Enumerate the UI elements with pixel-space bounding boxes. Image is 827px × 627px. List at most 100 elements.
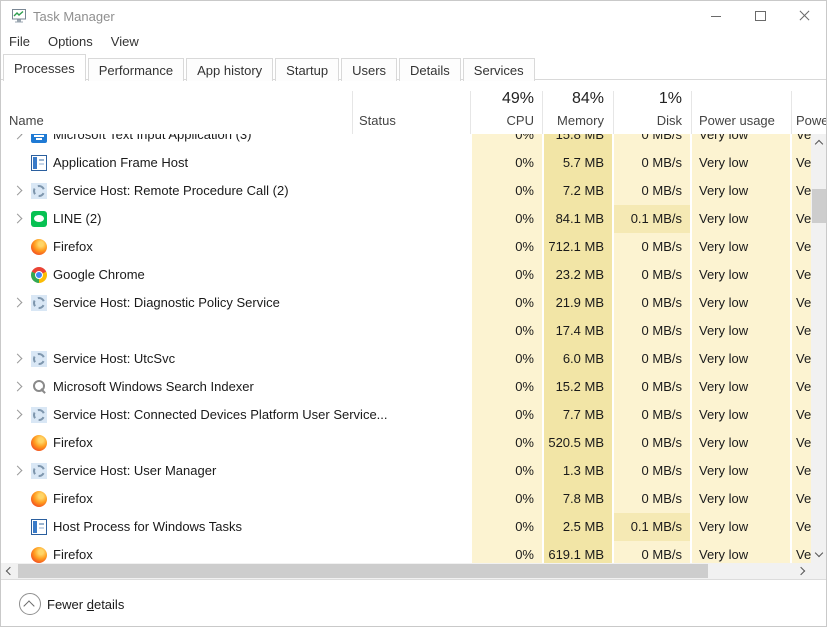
expand-chevron-icon[interactable] [13, 466, 23, 476]
disk-cell: 0 MB/s [614, 429, 690, 457]
memory-cell: 2.5 MB [544, 513, 612, 541]
cpu-cell: 0% [472, 289, 542, 317]
menu-item-options[interactable]: Options [39, 31, 102, 52]
column-status[interactable]: Status [359, 113, 396, 128]
disk-cell: 0 MB/s [614, 233, 690, 261]
chevron-up-circle-icon [19, 593, 41, 615]
process-row[interactable]: 0% 17.4 MB 0 MB/s Very low Ve [1, 317, 812, 345]
process-name: Firefox [53, 233, 93, 261]
tab-users[interactable]: Users [341, 58, 397, 81]
disk-cell: 0 MB/s [614, 317, 690, 345]
process-row[interactable]: Service Host: Diagnostic Policy Service … [1, 289, 812, 317]
process-row[interactable]: Service Host: Remote Procedure Call (2) … [1, 177, 812, 205]
process-row[interactable]: Firefox 0% 619.1 MB 0 MB/s Very low Ve [1, 541, 812, 563]
power-usage-cell: Very low [692, 261, 790, 289]
line-icon [31, 211, 47, 227]
firefox-icon [31, 491, 47, 507]
cpu-cell: 0% [472, 261, 542, 289]
expand-chevron-icon[interactable] [13, 410, 23, 420]
memory-cell: 712.1 MB [544, 233, 612, 261]
expand-chevron-icon[interactable] [13, 134, 23, 139]
horizontal-scrollbar[interactable] [1, 563, 811, 579]
memory-cell: 15.8 MB [544, 134, 612, 149]
cpu-cell: 0% [472, 401, 542, 429]
close-button[interactable] [786, 1, 822, 31]
process-row[interactable]: Service Host: UtcSvc 0% 6.0 MB 0 MB/s Ve… [1, 345, 812, 373]
vertical-scrollbar[interactable] [811, 134, 827, 563]
power-usage-cell: Very low [692, 317, 790, 345]
process-row[interactable]: Application Frame Host 0% 5.7 MB 0 MB/s … [1, 149, 812, 177]
horizontal-scrollbar-thumb[interactable] [18, 564, 708, 578]
vertical-scrollbar-thumb[interactable] [812, 189, 826, 223]
scroll-right-icon[interactable] [794, 563, 811, 579]
scroll-up-icon[interactable] [811, 134, 827, 151]
tab-app-history[interactable]: App history [186, 58, 273, 81]
process-row[interactable]: Firefox 0% 712.1 MB 0 MB/s Very low Ve [1, 233, 812, 261]
column-disk[interactable]: Disk [614, 113, 690, 128]
column-power-usage[interactable]: Power usage [699, 113, 775, 128]
tab-processes[interactable]: Processes [3, 54, 86, 81]
process-row[interactable]: LINE (2) 0% 84.1 MB 0.1 MB/s Very low Ve [1, 205, 812, 233]
expand-chevron-icon[interactable] [13, 382, 23, 392]
power-usage-cell: Very low [692, 289, 790, 317]
footer-bar: Fewer details End task [1, 579, 826, 627]
column-power-usage-trend[interactable]: Powe [796, 113, 827, 128]
disk-cell: 0 MB/s [614, 373, 690, 401]
power-usage-cell: Very low [692, 205, 790, 233]
gear-icon [31, 463, 47, 479]
gear-icon [31, 407, 47, 423]
menu-item-file[interactable]: File [1, 31, 39, 52]
process-row[interactable]: Service Host: Connected Devices Platform… [1, 401, 812, 429]
cpu-cell: 0% [472, 317, 542, 345]
power-trend-cell: Ve [792, 177, 812, 205]
menu-bar: FileOptionsView [1, 31, 826, 53]
search-icon [31, 379, 47, 395]
disk-cell: 0.1 MB/s [614, 205, 690, 233]
expand-chevron-icon[interactable] [13, 298, 23, 308]
power-trend-cell: Ve [792, 401, 812, 429]
process-row[interactable]: Microsoft Text Input Application (3) 0% … [1, 134, 812, 149]
cpu-cell: 0% [472, 429, 542, 457]
cpu-cell: 0% [472, 373, 542, 401]
process-row[interactable]: Host Process for Windows Tasks 0% 2.5 MB… [1, 513, 812, 541]
process-name: Firefox [53, 429, 93, 457]
tab-services[interactable]: Services [463, 58, 535, 81]
column-name[interactable]: Name [9, 113, 44, 128]
power-usage-cell: Very low [692, 149, 790, 177]
process-row[interactable]: Google Chrome 0% 23.2 MB 0 MB/s Very low… [1, 261, 812, 289]
column-cpu[interactable]: CPU [472, 113, 542, 128]
process-row[interactable]: Firefox 0% 7.8 MB 0 MB/s Very low Ve [1, 485, 812, 513]
menu-item-view[interactable]: View [102, 31, 148, 52]
process-row[interactable]: Service Host: User Manager 0% 1.3 MB 0 M… [1, 457, 812, 485]
power-trend-cell: Ve [792, 345, 812, 373]
process-row[interactable]: Microsoft Windows Search Indexer 0% 15.2… [1, 373, 812, 401]
maximize-button[interactable] [742, 1, 778, 31]
process-row[interactable]: Firefox 0% 520.5 MB 0 MB/s Very low Ve [1, 429, 812, 457]
tab-details[interactable]: Details [399, 58, 461, 81]
process-table-body: Microsoft Text Input Application (3) 0% … [1, 134, 812, 563]
memory-cell: 17.4 MB [544, 317, 612, 345]
power-usage-cell: Very low [692, 233, 790, 261]
tab-startup[interactable]: Startup [275, 58, 339, 81]
header-divider [352, 91, 353, 134]
expand-chevron-icon[interactable] [13, 186, 23, 196]
expand-chevron-icon[interactable] [13, 354, 23, 364]
expand-chevron-icon[interactable] [13, 214, 23, 224]
power-usage-cell: Very low [692, 345, 790, 373]
scroll-down-icon[interactable] [811, 546, 827, 563]
power-trend-cell: Ve [792, 233, 812, 261]
disk-cell: 0.1 MB/s [614, 513, 690, 541]
keyboard-icon [31, 134, 47, 143]
power-usage-cell: Very low [692, 485, 790, 513]
column-memory[interactable]: Memory [544, 113, 612, 128]
scroll-left-icon[interactable] [1, 563, 18, 579]
disk-cell: 0 MB/s [614, 177, 690, 205]
scrollbar-corner [811, 563, 827, 579]
cpu-cell: 0% [472, 149, 542, 177]
power-trend-cell: Ve [792, 457, 812, 485]
power-trend-cell: Ve [792, 317, 812, 345]
power-usage-cell: Very low [692, 401, 790, 429]
process-name: Service Host: UtcSvc [53, 345, 175, 373]
minimize-button[interactable] [698, 1, 734, 31]
tab-performance[interactable]: Performance [88, 58, 184, 81]
